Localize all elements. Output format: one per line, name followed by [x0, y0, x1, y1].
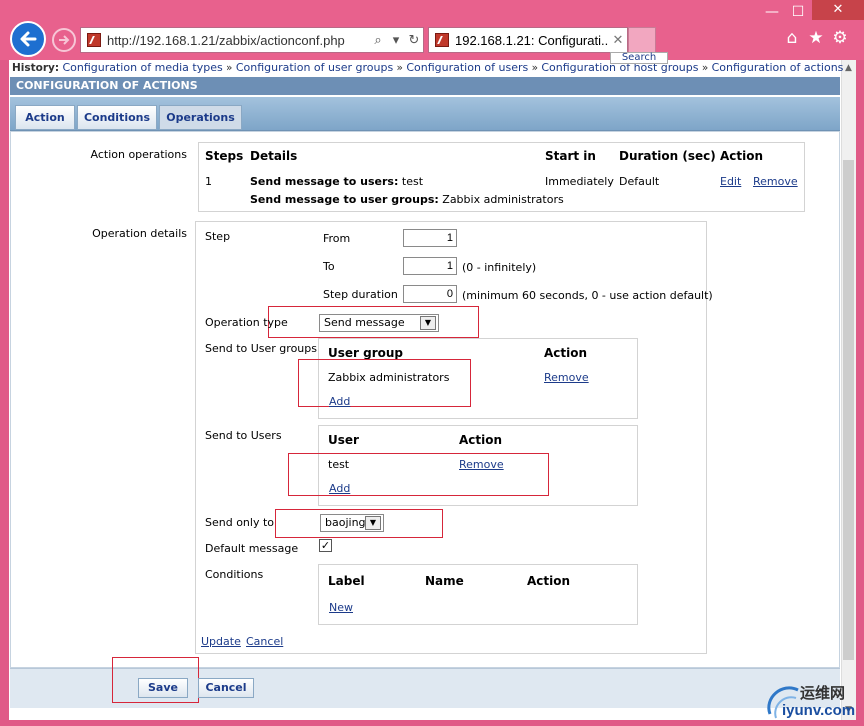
arrow-right-icon [59, 35, 70, 45]
op-detail-users: Send message to users: test [250, 175, 423, 188]
header-steps: Steps [205, 149, 244, 163]
maximize-icon[interactable]: ☐ [786, 4, 810, 20]
history-link-user-groups[interactable]: Configuration of user groups [236, 61, 393, 74]
history-separator: » [396, 62, 403, 74]
watermark-cn: 运维网 [800, 684, 846, 702]
history-separator: » [226, 62, 233, 74]
chevron-down-icon: ▼ [365, 516, 381, 530]
operation-type-value: Send message [324, 316, 405, 329]
op-detail-groups-value: Zabbix administrators [442, 193, 564, 206]
scrollbar-thumb[interactable] [843, 160, 854, 660]
minimize-icon[interactable]: — [760, 4, 784, 20]
new-tab-button[interactable] [628, 27, 656, 53]
update-link[interactable]: Update [201, 635, 241, 648]
home-icon[interactable]: ⌂ [782, 28, 802, 48]
tab-conditions[interactable]: Conditions [77, 105, 157, 130]
history-separator: » [531, 62, 539, 74]
conditions-label: Conditions [205, 568, 264, 581]
op-step: 1 [205, 175, 212, 188]
user-name: test [328, 458, 350, 471]
op-start-in: Immediately [545, 175, 614, 188]
address-text[interactable]: http://192.168.1.21/zabbix/actionconf.ph… [107, 33, 369, 48]
history-link-media-types[interactable]: Configuration of media types [62, 61, 222, 74]
header-user-group: User group [328, 346, 404, 360]
op-detail-users-value: test [401, 175, 424, 188]
send-only-to-value: baojing [325, 516, 366, 529]
browser-tab[interactable]: 192.168.1.21: Configurati... ✕ [428, 27, 628, 53]
step-duration-hint: (minimum 60 seconds, 0 - use action defa… [462, 289, 713, 302]
step-label: Step [205, 230, 231, 243]
op-detail-users-label: Send message to users: [250, 175, 399, 188]
header-duration: Duration (sec) [619, 149, 716, 163]
header-details: Details [250, 149, 298, 163]
search-button[interactable]: Search [610, 52, 668, 64]
op-detail-groups: Send message to user groups: Zabbix admi… [250, 193, 564, 206]
zabbix-favicon-icon [435, 33, 449, 47]
header-user-action: Action [459, 433, 503, 447]
header-user-group-action: Action [544, 346, 588, 360]
operation-type-label: Operation type [205, 316, 288, 329]
cancel-operation-link[interactable]: Cancel [246, 635, 283, 648]
step-duration-input[interactable]: 0 [403, 285, 457, 303]
cancel-button[interactable]: Cancel [198, 678, 254, 698]
step-from-input[interactable]: 1 [403, 229, 457, 247]
condition-new-link[interactable]: New [329, 601, 353, 614]
history-breadcrumb: History: Configuration of media types » … [12, 61, 843, 75]
default-message-label: Default message [205, 542, 299, 555]
arrow-left-icon [20, 31, 37, 47]
user-group-add-link[interactable]: Add [329, 395, 350, 408]
close-icon[interactable]: ✕ [609, 33, 627, 48]
history-link-actions[interactable]: Configuration of actions [712, 61, 844, 74]
step-to-input[interactable]: 1 [403, 257, 457, 275]
header-action: Action [720, 149, 764, 163]
back-button[interactable] [10, 21, 46, 57]
op-remove-link[interactable]: Remove [753, 175, 798, 188]
tab-action[interactable]: Action [15, 105, 75, 130]
operation-details-label: Operation details [92, 227, 187, 240]
header-condition-name: Name [425, 574, 464, 588]
refresh-icon[interactable]: ↻ [405, 33, 423, 48]
user-remove-link[interactable]: Remove [459, 458, 504, 471]
window-close-button[interactable]: ✕ [812, 0, 864, 20]
user-add-link[interactable]: Add [329, 482, 350, 495]
default-message-checkbox[interactable]: ✓ [319, 539, 332, 552]
action-operations-label: Action operations [90, 148, 188, 161]
user-group-remove-link[interactable]: Remove [544, 371, 589, 384]
op-detail-groups-label: Send message to user groups: [250, 193, 439, 206]
history-separator: » [701, 62, 709, 74]
watermark-en: iyunv.com [782, 702, 856, 719]
conditions-table [318, 564, 638, 625]
operation-type-select[interactable]: Send message ▼ [319, 314, 439, 332]
header-user: User [328, 433, 359, 447]
dropdown-icon[interactable]: ▾ [387, 33, 405, 48]
header-start-in: Start in [545, 149, 596, 163]
user-groups-label: Send to User groups [205, 342, 317, 355]
forward-button[interactable] [52, 28, 76, 52]
address-bar[interactable]: http://192.168.1.21/zabbix/actionconf.ph… [80, 27, 424, 53]
step-duration-label: Step duration [323, 288, 398, 301]
history-link-users[interactable]: Configuration of users [406, 61, 528, 74]
to-hint: (0 - infinitely) [462, 261, 537, 274]
header-condition-label: Label [328, 574, 365, 588]
user-group-name: Zabbix administrators [328, 371, 450, 384]
send-only-to-select[interactable]: baojing ▼ [320, 514, 384, 532]
search-icon[interactable]: ⌕ [369, 33, 387, 48]
op-edit-link[interactable]: Edit [720, 175, 741, 188]
to-label: To [323, 260, 335, 273]
zabbix-favicon-icon [87, 33, 101, 47]
op-duration: Default [619, 175, 660, 188]
users-label: Send to Users [205, 429, 282, 442]
save-button[interactable]: Save [138, 678, 188, 698]
history-label: History: [12, 62, 60, 74]
from-label: From [323, 232, 351, 245]
tab-title: 192.168.1.21: Configurati... [455, 32, 609, 48]
gear-icon[interactable]: ⚙ [830, 28, 850, 48]
header-condition-action: Action [527, 574, 571, 588]
chevron-down-icon: ▼ [420, 316, 436, 330]
favorites-star-icon[interactable]: ★ [806, 28, 826, 48]
section-title: CONFIGURATION OF ACTIONS [10, 77, 840, 95]
send-only-to-label: Send only to [205, 516, 275, 529]
tab-operations[interactable]: Operations [159, 105, 242, 130]
